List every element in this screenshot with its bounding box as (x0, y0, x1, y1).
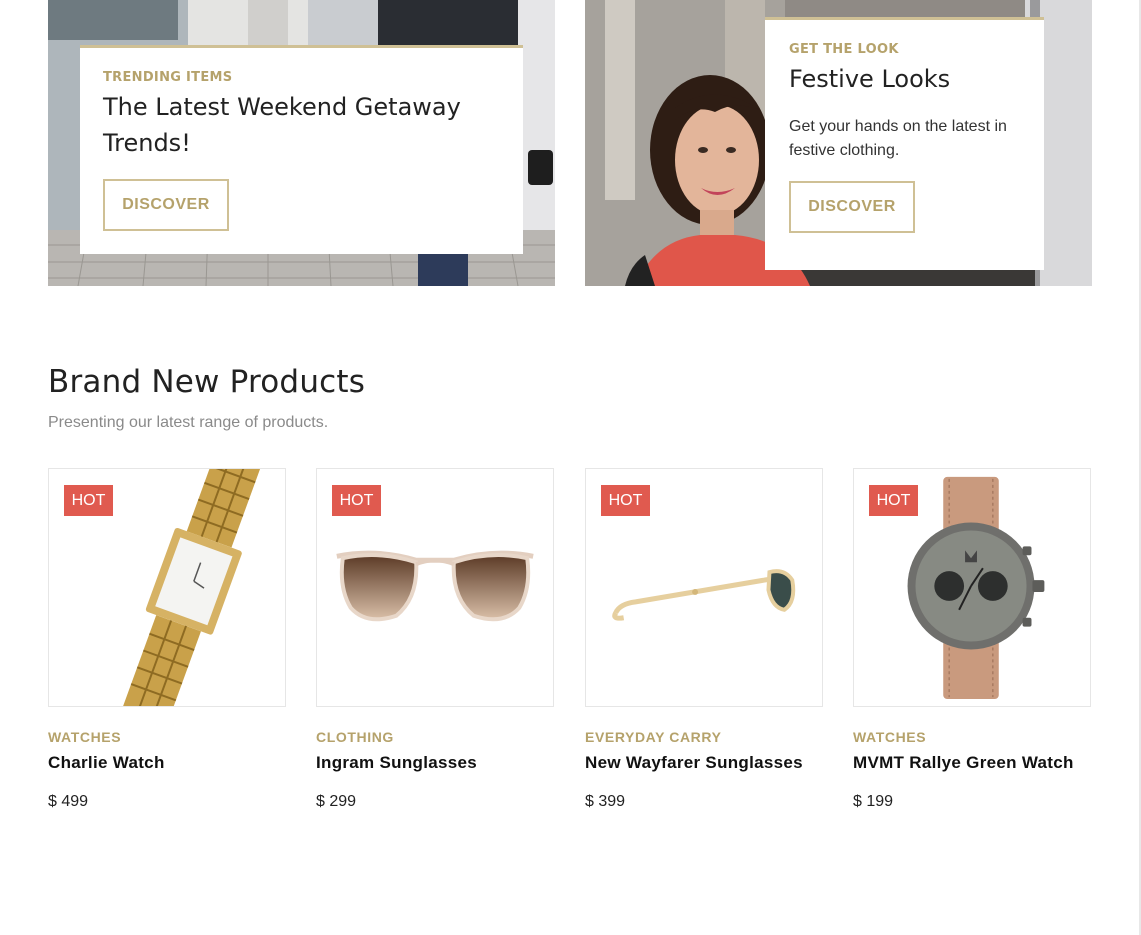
promo-title-line: The Latest Weekend Getaway (103, 93, 461, 121)
product-card[interactable]: HOT WATCHES Charlie Watch $ 499 (48, 468, 286, 811)
product-category[interactable]: WATCHES (48, 729, 286, 745)
promo-eyebrow: TRENDING ITEMS (103, 70, 233, 85)
product-category[interactable]: EVERYDAY CARRY (585, 729, 823, 745)
promo-card: TRENDING ITEMS The Latest Weekend Getawa… (80, 45, 523, 254)
promo-title-line: Trends! (103, 129, 191, 157)
product-name[interactable]: MVMT Rallye Green Watch (853, 753, 1091, 773)
product-category[interactable]: CLOTHING (316, 729, 554, 745)
product-price: $ 299 (316, 793, 357, 810)
promo-description: Get your hands on the latest in festive … (789, 118, 1007, 159)
section-subtitle: Presenting our latest range of products. (48, 414, 329, 431)
product-image-link[interactable]: HOT (585, 468, 823, 707)
product-card[interactable]: HOT WATCHES MVMT Rallye Green Watch $ 19… (853, 468, 1091, 811)
section-title: Brand New Products (48, 364, 366, 400)
discover-button[interactable]: DISCOVER (789, 181, 915, 233)
hot-badge: HOT (869, 485, 918, 516)
product-name[interactable]: New Wayfarer Sunglasses (585, 753, 823, 773)
promo-card: GET THE LOOK Festive Looks Get your hand… (765, 17, 1044, 270)
product-price: $ 499 (48, 793, 89, 810)
product-image-link[interactable]: HOT (853, 468, 1091, 707)
hot-badge: HOT (601, 485, 650, 516)
promo-eyebrow: GET THE LOOK (789, 42, 899, 57)
product-card[interactable]: HOT CLOTHING Ingram Sunglasses $ 299 (316, 468, 554, 811)
promo-title: The Latest Weekend Getaway Trends! (103, 89, 500, 161)
promo-banner-festive: GET THE LOOK Festive Looks Get your hand… (585, 0, 1092, 286)
product-category[interactable]: WATCHES (853, 729, 1091, 745)
product-image-link[interactable]: HOT (316, 468, 554, 707)
product-image-link[interactable]: HOT (48, 468, 286, 707)
product-price: $ 399 (585, 793, 626, 810)
hot-badge: HOT (332, 485, 381, 516)
product-name[interactable]: Ingram Sunglasses (316, 753, 554, 773)
product-card[interactable]: HOT EVERYDAY CARRY New Wayfarer Sunglass… (585, 468, 823, 811)
product-price: $ 199 (853, 793, 894, 810)
hot-badge: HOT (64, 485, 113, 516)
discover-button[interactable]: DISCOVER (103, 179, 229, 231)
product-name[interactable]: Charlie Watch (48, 753, 286, 773)
promo-banner-trending: TRENDING ITEMS The Latest Weekend Getawa… (48, 0, 555, 286)
promo-title: Festive Looks (789, 65, 951, 93)
